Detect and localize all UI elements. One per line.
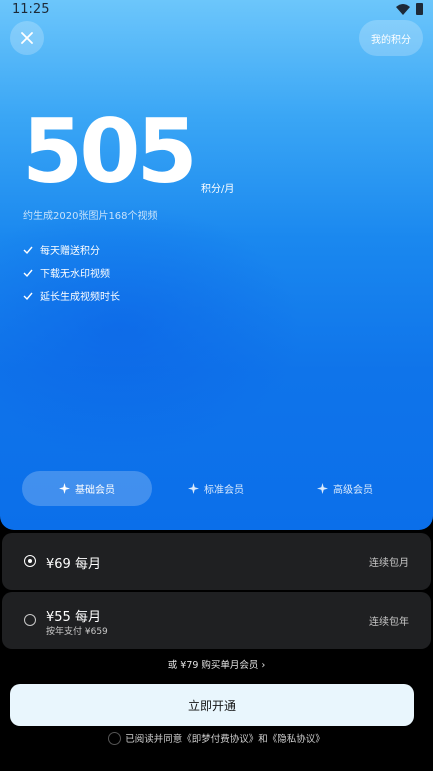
feature-item: 每天赠送积分 — [23, 238, 120, 261]
tab-basic-member[interactable]: 基础会员 — [22, 471, 152, 506]
check-icon — [23, 292, 33, 300]
plan-radio-selected[interactable] — [24, 555, 36, 567]
plan-price: ¥55 每月 — [46, 610, 101, 625]
plan-yearly[interactable]: ¥55 每月 按年支付 ¥659 连续包年 — [2, 592, 431, 649]
status-time: 11:25 — [12, 2, 50, 17]
feature-label: 延长生成视频时长 — [40, 292, 120, 303]
close-button[interactable] — [10, 21, 44, 55]
plan-type: 连续包月 — [369, 558, 409, 569]
sparkle-icon — [317, 483, 328, 494]
agreement-checkbox[interactable] — [108, 731, 122, 745]
sparkle-icon — [59, 483, 70, 494]
plan-type: 连续包年 — [369, 617, 409, 628]
membership-hero: 11:25 我的积分 505 积分/月 约生成2020张图片168个视频 每天赠… — [0, 0, 433, 530]
feature-list: 每天赠送积分 下载无水印视频 延长生成视频时长 — [23, 238, 120, 307]
feature-label: 每天赠送积分 — [40, 246, 100, 257]
wifi-icon — [396, 4, 410, 15]
subscribe-button[interactable]: 立即开通 — [10, 684, 414, 726]
feature-item: 下载无水印视频 — [23, 261, 120, 284]
sparkle-icon — [188, 483, 199, 494]
status-bar: 11:25 — [0, 0, 433, 22]
agreement-text[interactable]: 已阅读并同意《即梦付费协议》和《隐私协议》 — [125, 731, 325, 745]
agreement-row: 已阅读并同意《即梦付费协议》和《隐私协议》 — [0, 731, 433, 745]
feature-item: 延长生成视频时长 — [23, 284, 120, 307]
tab-label: 高级会员 — [333, 485, 373, 496]
points-value: 505 — [22, 100, 198, 203]
close-icon — [21, 32, 33, 44]
plan-monthly[interactable]: ¥69 每月 连续包月 — [2, 533, 431, 590]
check-icon — [23, 246, 33, 254]
battery-icon — [416, 3, 423, 15]
plan-annual-total: 按年支付 ¥659 — [46, 627, 108, 637]
feature-label: 下载无水印视频 — [40, 269, 110, 280]
tab-label: 基础会员 — [75, 485, 115, 496]
generation-estimate: 约生成2020张图片168个视频 — [23, 211, 158, 222]
tab-standard-member[interactable]: 标准会员 — [151, 471, 281, 506]
check-icon — [23, 269, 33, 277]
plan-price: ¥69 每月 — [46, 557, 101, 572]
tab-label: 标准会员 — [204, 485, 244, 496]
tab-premium-member[interactable]: 高级会员 — [280, 471, 410, 506]
points-unit: 积分/月 — [201, 184, 235, 195]
single-month-link[interactable]: 或 ¥79 购买单月会员 › — [0, 657, 433, 671]
plan-radio[interactable] — [24, 614, 36, 626]
my-points-button[interactable]: 我的积分 — [359, 20, 423, 56]
